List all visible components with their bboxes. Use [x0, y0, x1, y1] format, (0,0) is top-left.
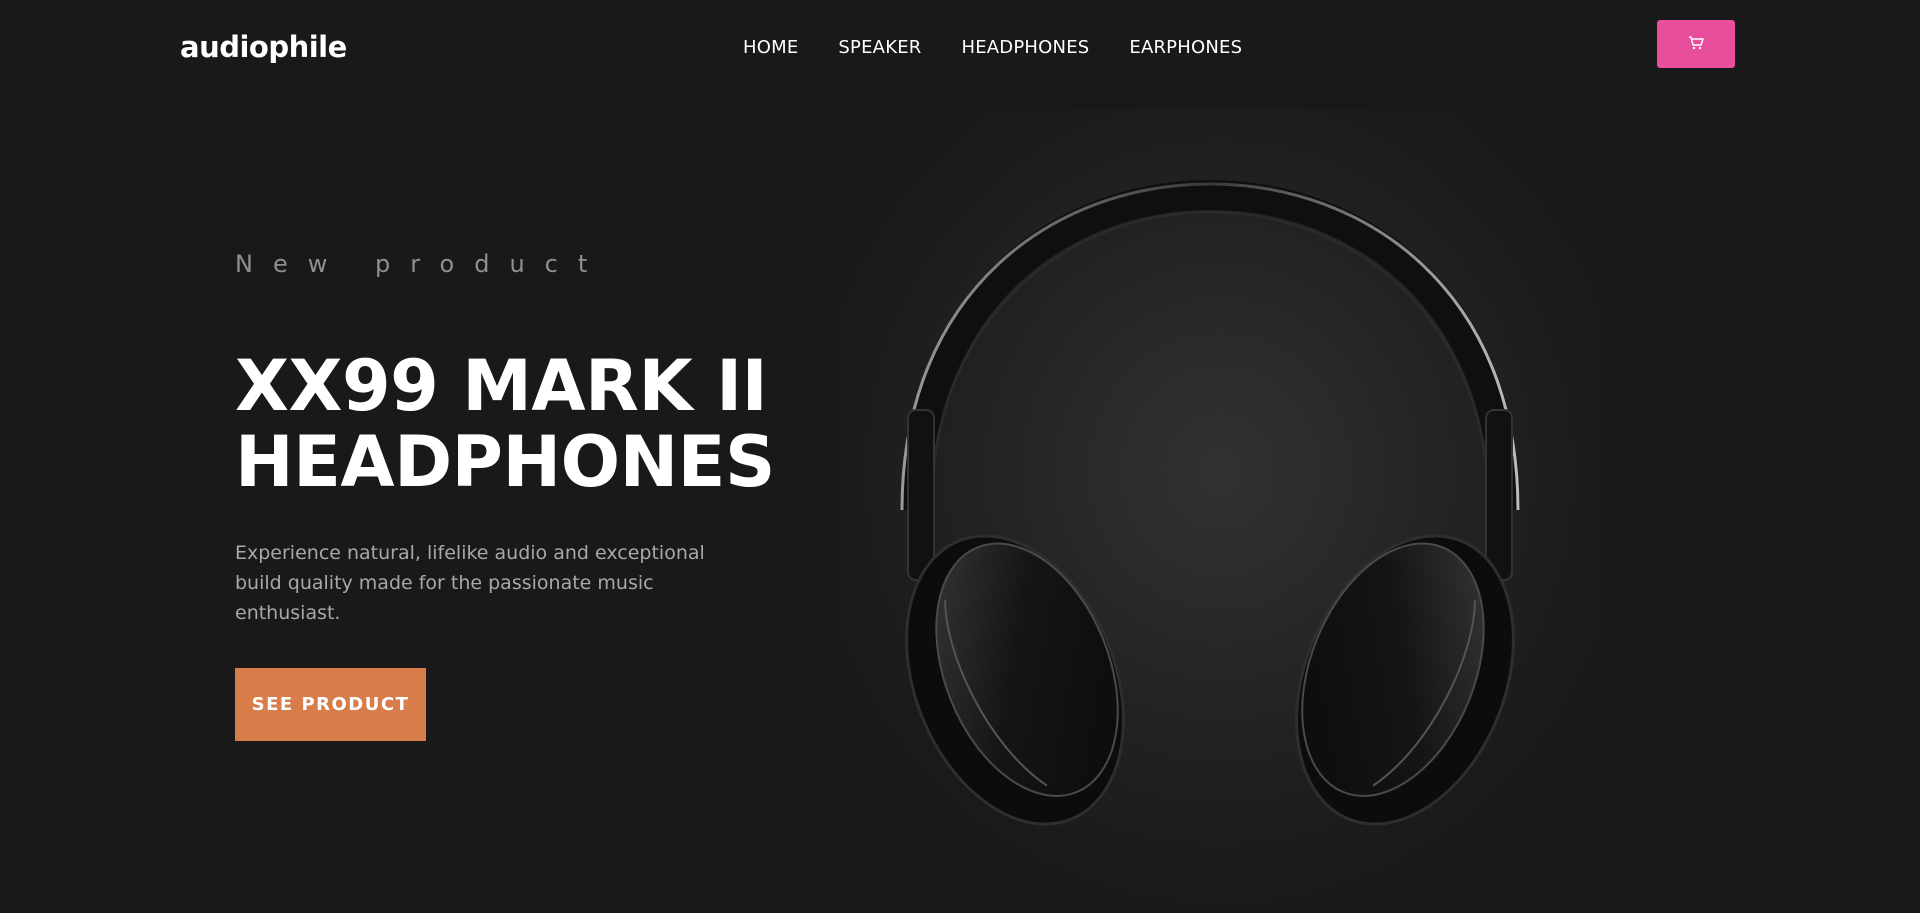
hero-title: XX99 MARK II HEADPHONES: [235, 348, 795, 500]
logo[interactable]: audiophile: [180, 30, 347, 64]
headphones-image: [840, 110, 1600, 913]
cart-icon: [1688, 35, 1704, 53]
hero-eyebrow: New product: [235, 250, 608, 278]
hero-section: New product XX99 MARK II HEADPHONES Expe…: [235, 250, 795, 741]
hero-title-line2: HEADPHONES: [235, 421, 775, 503]
see-product-button[interactable]: SEE PRODUCT: [235, 668, 426, 741]
nav-home[interactable]: HOME: [743, 37, 798, 58]
site-header: audiophile HOME SPEAKER HEADPHONES EARPH…: [0, 0, 1920, 96]
main-nav: HOME SPEAKER HEADPHONES EARPHONES: [743, 37, 1242, 58]
nav-headphones[interactable]: HEADPHONES: [961, 37, 1089, 58]
nav-earphones[interactable]: EARPHONES: [1129, 37, 1242, 58]
page: audiophile HOME SPEAKER HEADPHONES EARPH…: [0, 0, 1920, 913]
cart-button[interactable]: [1657, 20, 1735, 68]
nav-speaker[interactable]: SPEAKER: [838, 37, 921, 58]
hero-description: Experience natural, lifelike audio and e…: [235, 542, 705, 624]
hero-title-line1: XX99 MARK II: [235, 345, 768, 427]
